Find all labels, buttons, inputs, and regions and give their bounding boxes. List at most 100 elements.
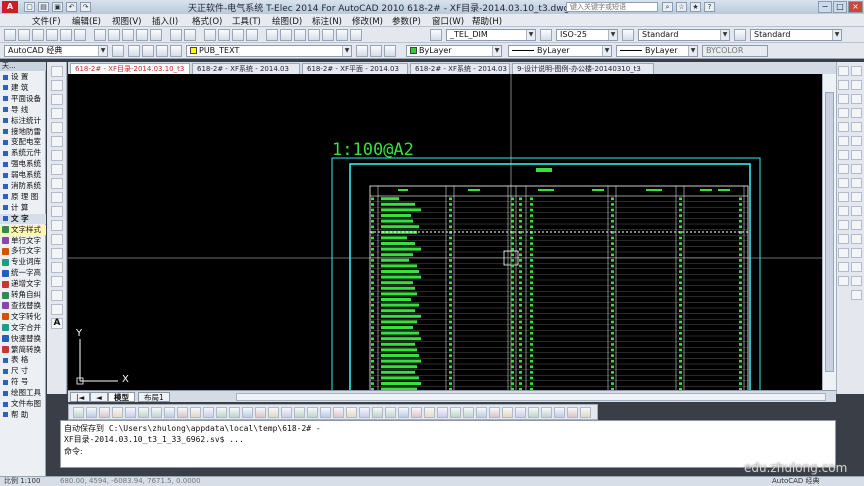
polyline-icon[interactable]: [51, 94, 63, 105]
palette-item[interactable]: 强电系统: [0, 159, 46, 169]
break-icon[interactable]: [838, 220, 849, 230]
plotstyle-select[interactable]: BYCOLOR: [702, 45, 768, 57]
palette-item[interactable]: 单行文字: [0, 236, 46, 246]
print-icon[interactable]: [46, 29, 58, 41]
doc-tab-xf-catalog[interactable]: 618-2# - XF目录-2014.03.10_t3: [70, 63, 190, 74]
palette-item[interactable]: 表 格: [0, 355, 46, 365]
cut-icon[interactable]: [94, 29, 106, 41]
fillet-icon[interactable]: [838, 262, 849, 272]
text-style-icon[interactable]: [430, 29, 442, 41]
tianzheng-tool-icon[interactable]: [346, 407, 357, 418]
tianzheng-tool-icon[interactable]: [125, 407, 136, 418]
match-properties-icon[interactable]: [136, 29, 148, 41]
extend-icon[interactable]: [838, 206, 849, 216]
layer-on-icon[interactable]: [142, 45, 154, 57]
tianzheng-tool-icon[interactable]: [242, 407, 253, 418]
block-editor-icon[interactable]: [150, 29, 162, 41]
snap-endpoint-icon[interactable]: [851, 94, 862, 104]
close-button[interactable]: ×: [848, 1, 863, 13]
tianzheng-tool-icon[interactable]: [320, 407, 331, 418]
tianzheng-tool-icon[interactable]: [268, 407, 279, 418]
menu-window[interactable]: 窗口(W): [432, 15, 464, 27]
workspace-select[interactable]: AutoCAD 经典 ▼: [4, 45, 108, 57]
undo-icon[interactable]: ↶: [66, 2, 77, 12]
zoom-realtime-icon[interactable]: [218, 29, 230, 41]
pan-icon[interactable]: [204, 29, 216, 41]
linetype-select[interactable]: ByLayer ▼: [508, 45, 612, 57]
menu-help[interactable]: 帮助(H): [472, 15, 502, 27]
layer-freeze-icon[interactable]: [156, 45, 168, 57]
snap-perpendicular-icon[interactable]: [851, 206, 862, 216]
minimize-button[interactable]: −: [818, 1, 832, 13]
tianzheng-tool-icon[interactable]: [502, 407, 513, 418]
snap-parallel-icon[interactable]: [851, 220, 862, 230]
snap-midpoint-icon[interactable]: [851, 108, 862, 118]
palette-item[interactable]: 变配电室: [0, 137, 46, 147]
polygon-icon[interactable]: [51, 108, 63, 119]
copy-icon[interactable]: [108, 29, 120, 41]
menu-edit[interactable]: 编辑(E): [72, 15, 101, 27]
communication-center-icon[interactable]: ☆: [676, 2, 687, 12]
save-file-icon[interactable]: ▣: [52, 2, 63, 12]
multileader-style-icon[interactable]: [734, 29, 746, 41]
menu-insert[interactable]: 插入(I): [152, 15, 178, 27]
tianzheng-tool-icon[interactable]: [424, 407, 435, 418]
tianzheng-tool-icon[interactable]: [515, 407, 526, 418]
vertical-scrollbar[interactable]: [822, 74, 836, 390]
palette-item[interactable]: 系统元件: [0, 148, 46, 158]
make-current-layer-icon[interactable]: [356, 45, 368, 57]
menu-format[interactable]: 格式(O): [192, 15, 222, 27]
tianzheng-tool-icon[interactable]: [177, 407, 188, 418]
annotation-scale[interactable]: 比例 1:100: [4, 477, 40, 486]
region-icon[interactable]: [51, 290, 63, 301]
palette-item[interactable]: 导 线: [0, 105, 46, 115]
palette-item[interactable]: 统一字高: [0, 268, 46, 278]
palette-item[interactable]: 专业词库: [0, 257, 46, 267]
dimension-style-icon[interactable]: [540, 29, 552, 41]
search-icon[interactable]: ⌕: [662, 2, 673, 12]
palette-item[interactable]: 原 理 图: [0, 192, 46, 202]
first-layout-arrow[interactable]: |◄: [70, 392, 91, 402]
properties-icon[interactable]: [266, 29, 278, 41]
palette-item[interactable]: 文字样式: [0, 224, 46, 235]
join-icon[interactable]: [838, 234, 849, 244]
erase-icon[interactable]: [838, 66, 849, 76]
offset-icon[interactable]: [838, 108, 849, 118]
explode-icon[interactable]: [838, 276, 849, 286]
stretch-icon[interactable]: [838, 178, 849, 188]
autocad-logo-icon[interactable]: A: [2, 1, 18, 13]
palette-item[interactable]: 消防系统: [0, 181, 46, 191]
snap-temp-track-icon[interactable]: [851, 66, 862, 76]
prev-layout-arrow[interactable]: ◄: [90, 392, 108, 402]
construction-line-icon[interactable]: [51, 80, 63, 91]
hatch-icon[interactable]: [51, 262, 63, 273]
snap-tangent-icon[interactable]: [851, 192, 862, 202]
palette-item[interactable]: 设 置: [0, 72, 46, 82]
markup-icon[interactable]: [322, 29, 334, 41]
menu-tools[interactable]: 工具(T): [232, 15, 261, 27]
multileader-style-select[interactable]: Standard ▼: [750, 29, 842, 41]
calculator-icon[interactable]: [336, 29, 348, 41]
palette-item[interactable]: 建 筑: [0, 83, 46, 93]
move-icon[interactable]: [838, 136, 849, 146]
table-style-select[interactable]: Standard ▼: [638, 29, 730, 41]
snap-settings-icon[interactable]: [851, 290, 862, 300]
palette-item[interactable]: 弱电系统: [0, 170, 46, 180]
tianzheng-tool-icon[interactable]: [450, 407, 461, 418]
layer-states-icon[interactable]: [384, 45, 396, 57]
layer-properties-icon[interactable]: [128, 45, 140, 57]
palette-item[interactable]: 标注统计: [0, 116, 46, 126]
tianzheng-tool-icon[interactable]: [229, 407, 240, 418]
palette-item[interactable]: 文件布图: [0, 399, 46, 409]
workspace-settings-icon[interactable]: [112, 45, 124, 57]
snap-quadrant-icon[interactable]: [851, 178, 862, 188]
menu-draw[interactable]: 绘图(D): [272, 15, 302, 27]
spline-icon[interactable]: [51, 178, 63, 189]
point-icon[interactable]: [51, 248, 63, 259]
palette-item[interactable]: 文 字: [0, 213, 46, 224]
tianzheng-tool-icon[interactable]: [528, 407, 539, 418]
revcloud-icon[interactable]: [51, 164, 63, 175]
drawing-canvas[interactable]: 1:100@A2 Y X: [68, 74, 836, 390]
text-style-select[interactable]: _TEL_DIM ▼: [446, 29, 536, 41]
palette-item[interactable]: 查找替换: [0, 301, 46, 311]
